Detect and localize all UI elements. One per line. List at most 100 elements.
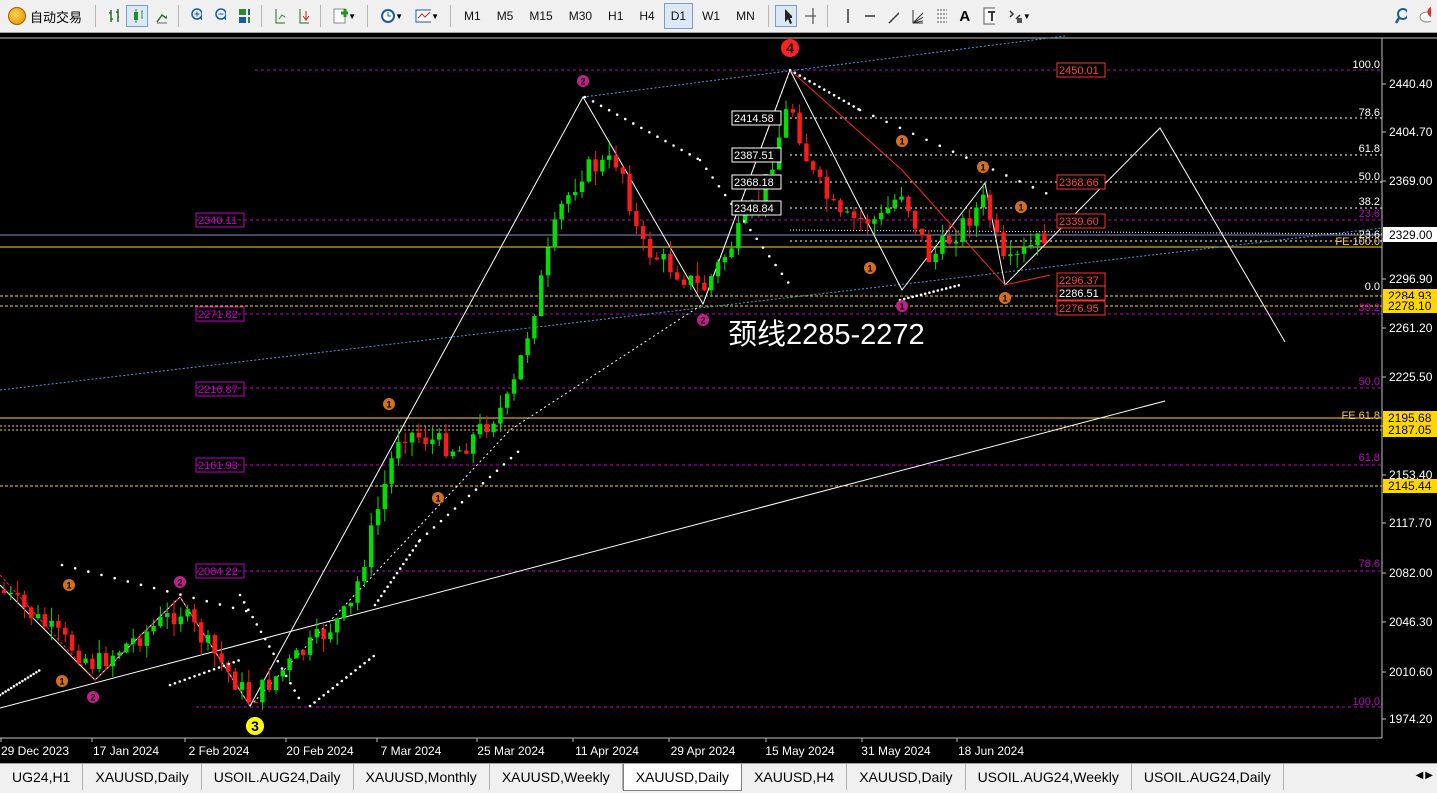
chart-tab[interactable]: UG24,H1	[0, 764, 84, 790]
timeframe-d1[interactable]: D1	[663, 3, 694, 29]
timeframe-m30[interactable]: M30	[562, 3, 599, 29]
sar-dot	[183, 678, 186, 682]
timeframe-m1[interactable]: M1	[457, 3, 488, 29]
tab-scroll-arrows[interactable]: ◀ ▶	[1412, 764, 1437, 787]
sar-dot	[35, 670, 38, 674]
sar-dot	[907, 296, 910, 300]
autotrade-label: 自动交易	[30, 9, 83, 25]
indicators-icon[interactable]: ▼	[327, 5, 361, 27]
sar-dot	[383, 590, 386, 593]
wave-marker-small-label: 1	[867, 264, 872, 274]
horizontal-line-icon[interactable]	[858, 5, 880, 27]
chart-tab[interactable]: XAUUSD,Daily	[847, 764, 966, 790]
candle-body	[498, 407, 503, 424]
bar-chart-icon[interactable]	[102, 5, 124, 27]
sar-dot	[672, 144, 675, 147]
chart-tab[interactable]: XAUUSD,Weekly	[490, 764, 623, 790]
sar-dot	[432, 526, 436, 529]
candle-body	[960, 218, 965, 242]
zoom-in-icon[interactable]	[185, 5, 207, 27]
chart-tab[interactable]: USOIL.AUG24,Daily	[202, 764, 354, 790]
chart-shift-icon[interactable]	[268, 5, 290, 27]
sar-dot	[944, 287, 948, 290]
sar-dot	[217, 666, 221, 669]
sar-dot	[898, 126, 902, 130]
candle-body	[144, 631, 149, 646]
sar-dot	[808, 79, 811, 83]
templates-icon[interactable]: ▼	[410, 5, 444, 27]
candle-body	[824, 176, 829, 199]
text-label-icon[interactable]	[978, 5, 1000, 27]
chart-tab[interactable]: XAUUSD,H4	[742, 764, 848, 790]
cursor-icon[interactable]	[774, 5, 797, 27]
wave-marker-small-label: 1	[386, 400, 391, 410]
timeframe-m5[interactable]: M5	[490, 3, 521, 29]
periods-icon[interactable]: ▼	[374, 5, 408, 27]
search-icon[interactable]	[1390, 5, 1412, 27]
sar-dot	[358, 665, 362, 669]
sar-dot	[392, 576, 396, 579]
fib-ratio-label: 100.0	[1352, 696, 1380, 708]
candle-body	[573, 192, 578, 196]
sar-dot	[940, 288, 944, 291]
sar-dot	[813, 82, 816, 86]
shapes-icon[interactable]: ▼	[1002, 5, 1036, 27]
sar-dot	[858, 108, 862, 112]
price-tick-label: 2440.40	[1389, 77, 1433, 91]
autoscroll-icon[interactable]	[292, 5, 314, 27]
scroll-left-icon[interactable]: ◀	[1416, 770, 1424, 781]
candle-body	[437, 433, 442, 440]
chart-tab[interactable]: XAUUSD,Daily	[83, 764, 202, 790]
sar-dot	[244, 609, 248, 613]
sar-dot	[336, 683, 339, 686]
vertical-line-icon[interactable]	[834, 5, 856, 27]
candle-body	[301, 650, 306, 655]
sar-dot	[932, 290, 935, 293]
sar-dot	[414, 544, 418, 548]
sar-dot	[911, 295, 914, 299]
fib-ratio-label: 78.6	[1359, 558, 1380, 570]
timeframe-m15[interactable]: M15	[522, 3, 559, 29]
zoom-out-icon[interactable]	[209, 5, 231, 27]
tile-windows-icon[interactable]	[233, 5, 255, 27]
autotrade-button[interactable]: 自动交易	[1, 3, 89, 29]
sar-dot	[688, 153, 691, 156]
timeframe-w1[interactable]: W1	[695, 3, 727, 29]
candle-body	[233, 671, 238, 690]
candle-body	[314, 629, 319, 638]
crosshair-icon[interactable]	[799, 5, 821, 27]
fibonacci-fan-icon[interactable]	[906, 5, 928, 27]
sar-dot	[7, 688, 10, 692]
chart-tab[interactable]: USOIL.AUG24,Daily	[1132, 764, 1284, 790]
candle-body	[586, 159, 591, 182]
sar-dot	[227, 662, 231, 666]
candle-body	[375, 509, 381, 526]
price-chart[interactable]: 2340.11 2271.82 2216.87 2161.93 2084.22 2414.…	[0, 34, 1437, 762]
timeframe-mn[interactable]: MN	[729, 3, 762, 29]
notifications-icon[interactable]: 1	[1414, 5, 1436, 27]
candle-body	[409, 432, 415, 443]
candle-body	[797, 112, 802, 144]
sar-dot	[474, 488, 478, 491]
trendline-icon[interactable]	[882, 5, 904, 27]
sar-dot	[818, 85, 821, 89]
fibonacci-retracement-icon[interactable]	[930, 5, 952, 27]
scroll-right-icon[interactable]: ▶	[1425, 770, 1433, 781]
text-icon[interactable]: A	[954, 5, 976, 27]
candlestick-icon[interactable]	[126, 5, 149, 27]
candle-body	[491, 423, 496, 433]
sar-dot	[599, 104, 603, 108]
candle-body	[613, 155, 619, 168]
candle-body	[389, 458, 394, 484]
chart-tab[interactable]: USOIL.AUG24,Weekly	[966, 764, 1132, 790]
chart-tab[interactable]: XAUUSD,Monthly	[354, 764, 490, 790]
chart-tab[interactable]: XAUUSD,Daily	[622, 764, 743, 791]
line-chart-icon[interactable]	[150, 5, 172, 27]
chart-tabs-bar: UG24,H1 XAUUSD,Daily USOIL.AUG24,Daily XAUU…	[0, 763, 1437, 793]
candle-body	[423, 437, 428, 445]
sar-dot	[425, 532, 429, 535]
timeframe-h4[interactable]: H4	[632, 3, 661, 29]
sar-dot	[207, 669, 211, 673]
toolbar-separator	[450, 5, 452, 27]
timeframe-h1[interactable]: H1	[601, 3, 630, 29]
